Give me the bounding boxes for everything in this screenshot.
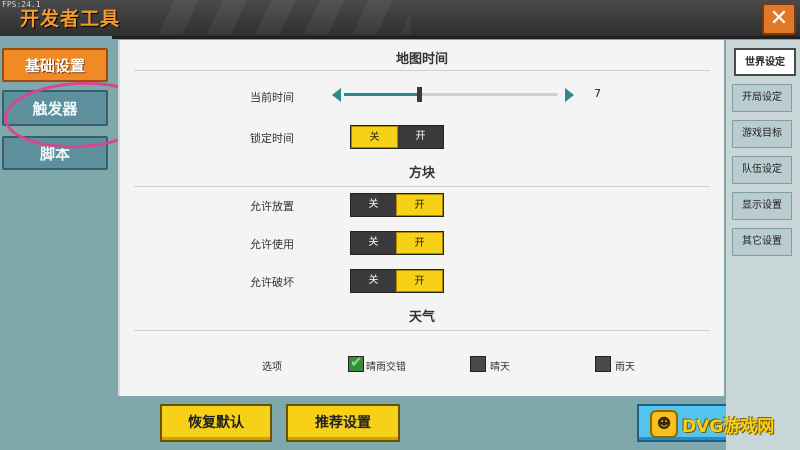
slider-track[interactable] <box>344 87 558 102</box>
allow-break-toggle[interactable]: 关 开 <box>350 269 444 293</box>
section-title-blocks: 方块 <box>408 166 435 181</box>
slider-decrease-icon[interactable] <box>332 88 341 102</box>
watermark-logo: ☻ DVG游戏网 <box>650 408 790 442</box>
window-title: 开发者工具 <box>20 8 121 30</box>
recommended-settings-button[interactable]: 推荐设置 <box>286 404 400 442</box>
slider-fill <box>344 93 419 96</box>
toggle-on[interactable]: 开 <box>396 194 443 216</box>
gamepad-icon: ☻ <box>650 410 678 438</box>
tab-world-settings[interactable]: 世界设定 <box>734 48 796 76</box>
weather-checkbox-sunny[interactable] <box>470 356 486 372</box>
toggle-off[interactable]: 关 <box>351 270 396 292</box>
divider <box>134 70 710 71</box>
toggle-on[interactable]: 开 <box>398 126 443 148</box>
tab-other-settings[interactable]: 其它设置 <box>732 228 792 256</box>
watermark-text: DVG游戏网 <box>682 417 775 437</box>
lock-time-toggle[interactable]: 关 开 <box>350 125 444 149</box>
tab-team-settings[interactable]: 队伍设定 <box>732 156 792 184</box>
allow-use-toggle[interactable]: 关 开 <box>350 231 444 255</box>
slider-increase-icon[interactable] <box>565 88 574 102</box>
weather-options-label: 选项 <box>262 362 282 373</box>
divider <box>134 330 710 331</box>
weather-option-rainy[interactable]: 雨天 <box>615 358 635 373</box>
section-title-map-time: 地图时间 <box>395 52 448 67</box>
lock-time-label: 锁定时间 <box>250 132 294 145</box>
allow-place-label: 允许放置 <box>250 200 294 213</box>
slider-handle[interactable] <box>416 87 422 102</box>
tab-start-settings[interactable]: 开局设定 <box>732 84 792 112</box>
toggle-off[interactable]: 关 <box>351 194 396 216</box>
right-tabs: 世界设定 开局设定 游戏目标 队伍设定 显示设置 其它设置 <box>726 40 800 450</box>
tab-game-goal[interactable]: 游戏目标 <box>732 120 792 148</box>
tab-display-settings[interactable]: 显示设置 <box>732 192 792 220</box>
toggle-on[interactable]: 开 <box>396 232 443 254</box>
weather-option-mixed[interactable]: 晴雨交错 <box>366 358 406 373</box>
slider-value: 7 <box>594 87 601 100</box>
allow-break-label: 允许破坏 <box>250 276 294 289</box>
reset-default-button[interactable]: 恢复默认 <box>160 404 272 442</box>
title-bar-pattern <box>150 0 410 34</box>
allow-use-label: 允许使用 <box>250 238 294 251</box>
current-time-label: 当前时间 <box>250 91 294 104</box>
toggle-on[interactable]: 开 <box>396 270 443 292</box>
toggle-off[interactable]: 关 <box>351 232 396 254</box>
section-title-weather: 天气 <box>408 310 435 325</box>
nav-basic-settings[interactable]: 基础设置 <box>2 48 108 82</box>
title-bar: FPS:24.1 开发者工具 ✕ <box>0 0 800 39</box>
weather-checkbox-rainy[interactable] <box>595 356 611 372</box>
close-button[interactable]: ✕ <box>762 3 796 35</box>
divider <box>134 186 710 187</box>
allow-place-toggle[interactable]: 关 开 <box>350 193 444 217</box>
toggle-off[interactable]: 关 <box>351 126 398 148</box>
weather-option-sunny[interactable]: 晴天 <box>490 358 510 373</box>
settings-panel: 地图时间 当前时间 7 锁定时间 关 开 方块 允许放置 关 开 允许使用 关 … <box>118 40 724 396</box>
time-slider[interactable]: 7 <box>332 86 622 104</box>
weather-checkbox-mixed[interactable] <box>348 353 364 372</box>
